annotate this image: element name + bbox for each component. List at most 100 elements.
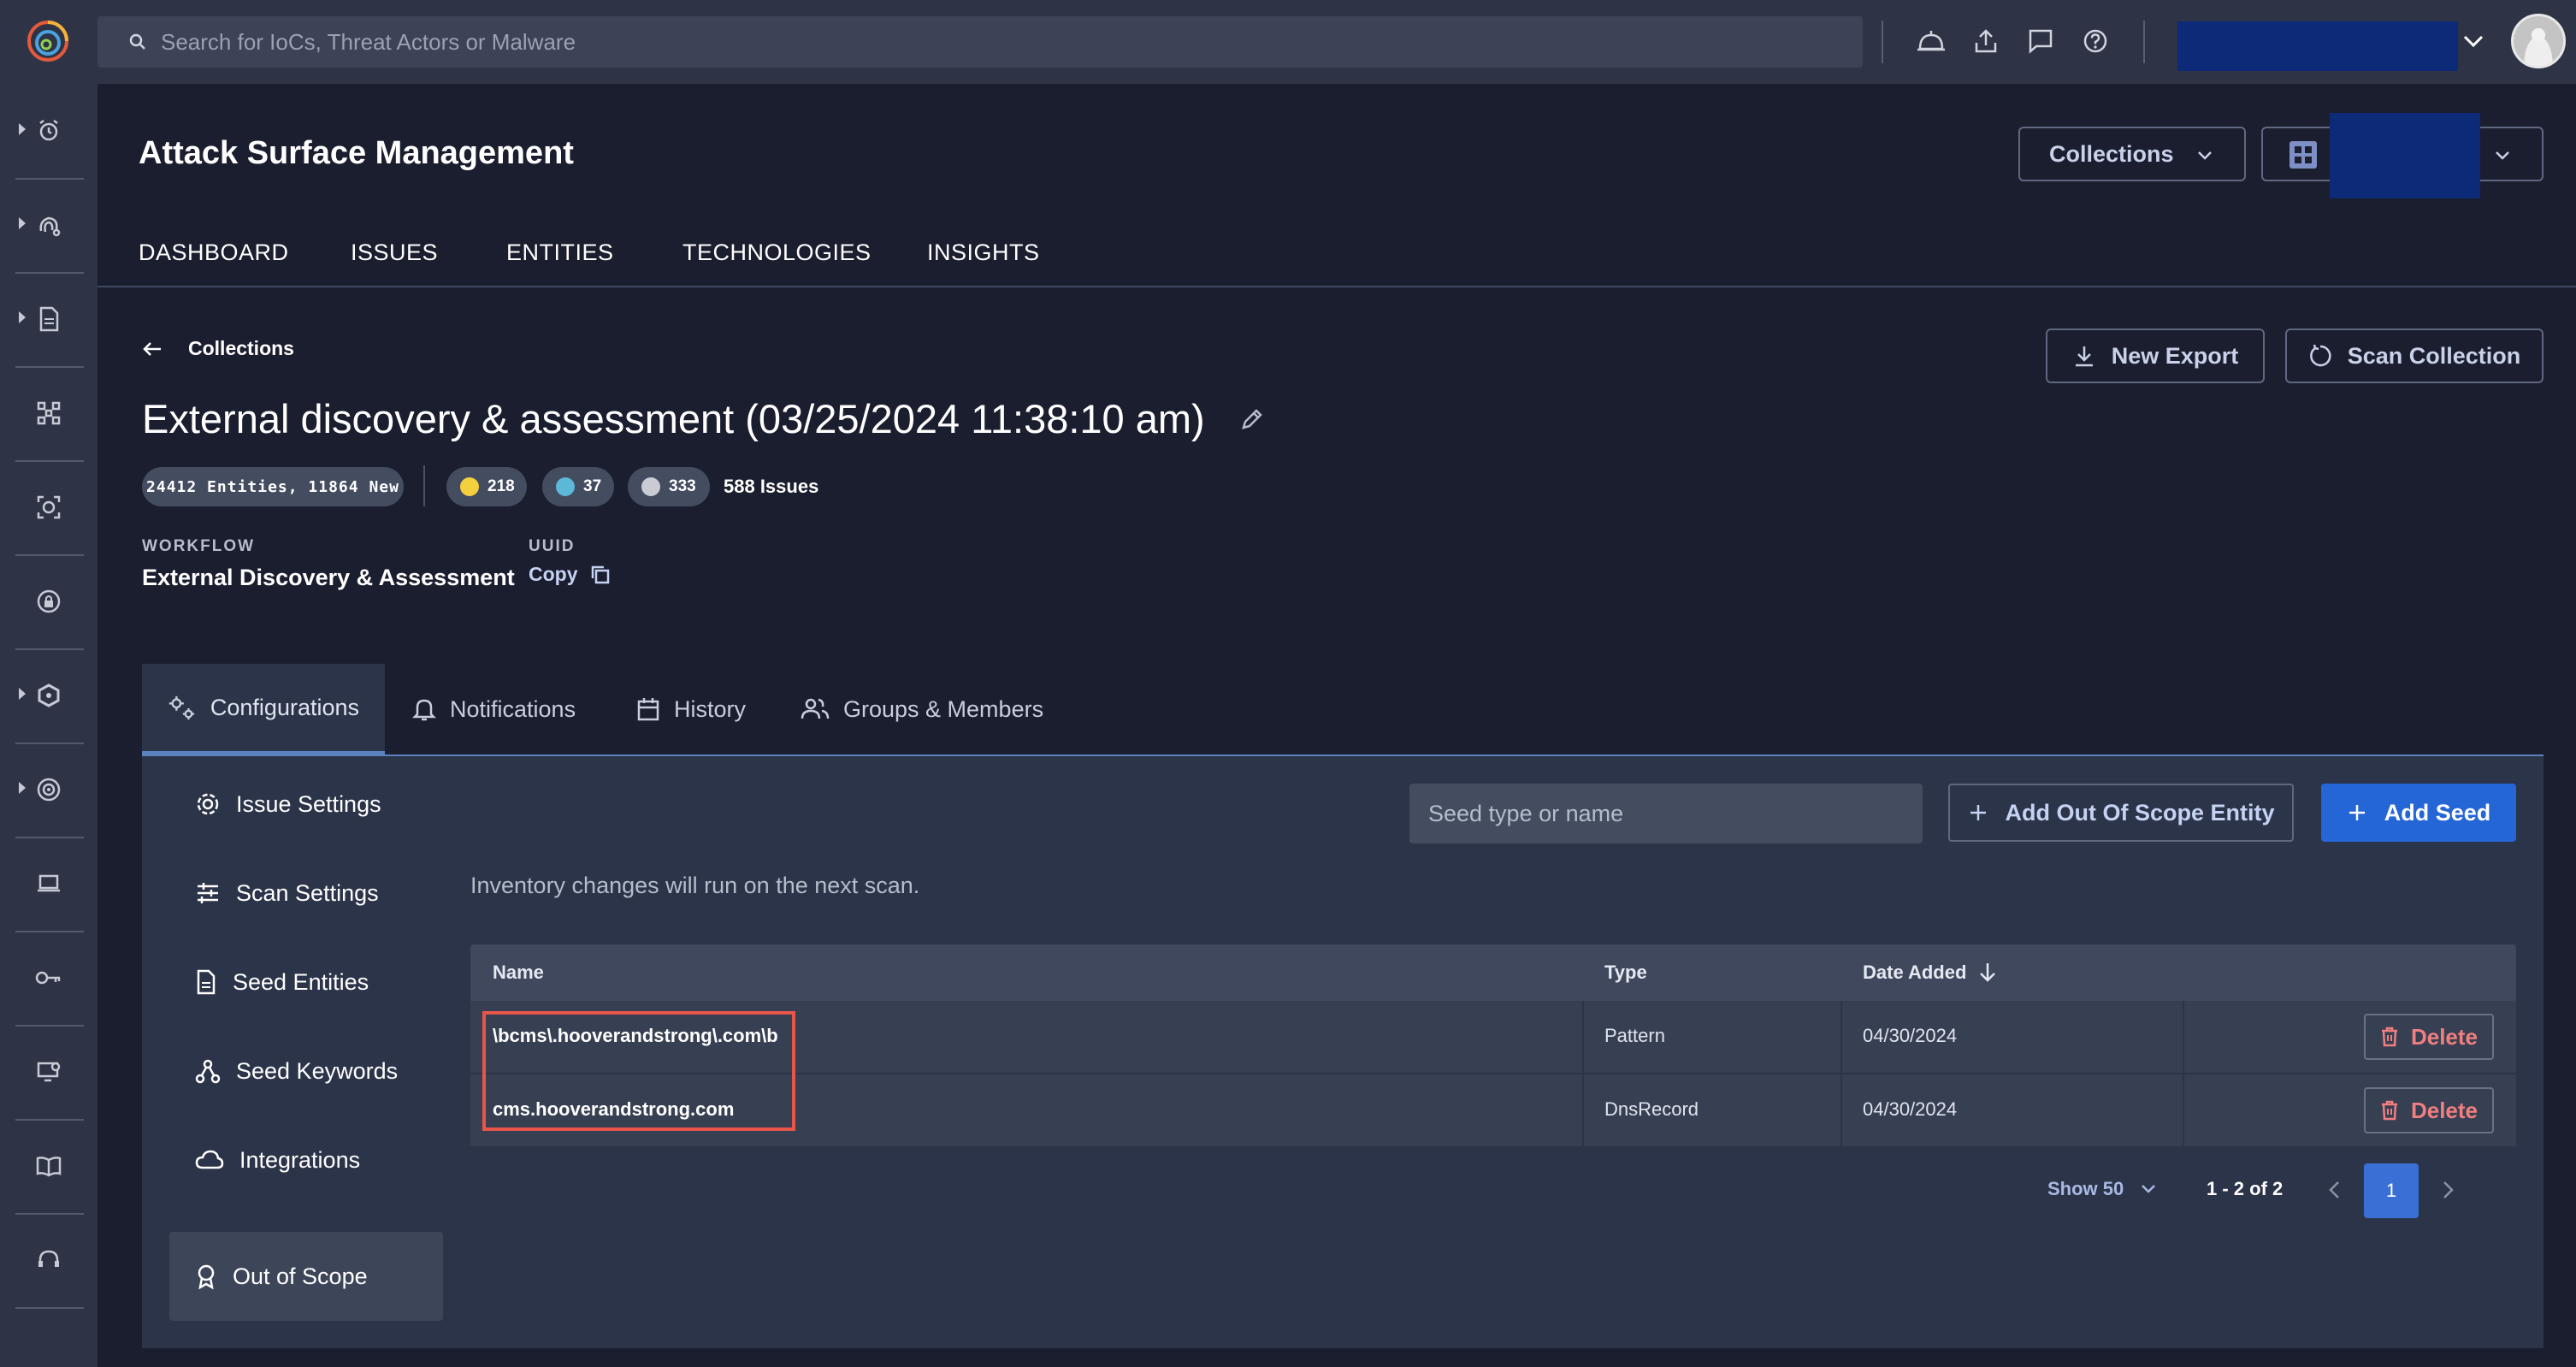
add-out-of-scope-entity-button[interactable]: Add Out Of Scope Entity	[1948, 784, 2294, 842]
badge-divider	[423, 465, 425, 506]
upload-icon[interactable]	[1969, 24, 2003, 58]
settings-nav-label: Seed Entities	[233, 968, 369, 995]
plus-icon	[1970, 805, 1986, 820]
laptop-icon	[38, 874, 60, 892]
help-icon[interactable]	[2078, 24, 2112, 58]
settings-nav-seed-keywords[interactable]: Seed Keywords	[169, 1027, 443, 1115]
collections-dropdown[interactable]: Collections	[2018, 127, 2246, 181]
sidebar-item-graph[interactable]	[0, 366, 97, 460]
sidebar-item-security[interactable]	[0, 554, 97, 648]
sidebar-item-support[interactable]	[0, 1213, 97, 1307]
tab-groups-members[interactable]: Groups & Members	[801, 664, 1043, 755]
top-bar	[0, 0, 2576, 84]
sidebar-item-threat-intel[interactable]	[0, 178, 97, 272]
chevron-down-icon[interactable]	[2460, 27, 2487, 55]
trash-icon	[2381, 1100, 2397, 1121]
add-seed-button[interactable]: Add Seed	[2321, 784, 2516, 842]
back-to-collections-link[interactable]: Collections	[142, 337, 294, 360]
column-name[interactable]: Name	[493, 962, 544, 984]
chevron-right-icon[interactable]	[2437, 1179, 2458, 1201]
severity-badge-medium[interactable]: 37	[542, 467, 614, 506]
delete-label: Delete	[2410, 1097, 2479, 1123]
tab-history-label: History	[674, 695, 747, 722]
severity-badge-low[interactable]: 333	[628, 467, 710, 506]
copy-icon	[591, 565, 609, 583]
gears-icon	[168, 695, 195, 720]
severity-low-count: 333	[669, 477, 696, 495]
column-divider	[1582, 1001, 1584, 1074]
page-title: Attack Surface Management	[139, 135, 574, 171]
global-search[interactable]	[97, 16, 1863, 68]
settings-nav-scan-settings[interactable]: Scan Settings	[169, 849, 443, 938]
trash-icon	[2381, 1027, 2397, 1047]
tab-technologies[interactable]: TECHNOLOGIES	[682, 240, 871, 266]
sidebar-item-monitor[interactable]	[0, 1025, 97, 1119]
document-icon	[39, 306, 59, 332]
radar-icon	[37, 778, 61, 802]
sidebar-item-radar[interactable]	[0, 743, 97, 837]
gear-icon	[197, 793, 219, 815]
table-header: Name Type Date Added	[470, 944, 2516, 1001]
delete-button[interactable]: Delete	[2364, 1014, 2494, 1060]
page-range: 1 - 2 of 2	[2207, 1178, 2284, 1199]
delete-button[interactable]: Delete	[2364, 1087, 2494, 1133]
settings-nav-out-of-scope[interactable]: Out of Scope	[169, 1232, 443, 1321]
chat-icon[interactable]	[2024, 24, 2058, 58]
sidebar-item-attack-surface[interactable]	[0, 460, 97, 554]
row-type: Pattern	[1604, 1025, 1665, 1046]
sidebar-item-malware[interactable]	[0, 648, 97, 743]
severity-high-count: 218	[487, 477, 515, 495]
fingerprint-icon	[39, 216, 61, 237]
share-nodes-icon	[195, 1059, 221, 1084]
caret-right-icon	[19, 688, 26, 700]
tab-configurations[interactable]: Configurations	[142, 664, 385, 755]
tab-notifications-label: Notifications	[450, 695, 576, 722]
copy-uuid-button[interactable]: Copy	[529, 563, 611, 586]
seed-search-input[interactable]	[1409, 784, 1923, 843]
search-input[interactable]	[161, 16, 1786, 68]
entities-badge: 24412 Entities, 11864 New	[142, 467, 404, 506]
sidebar-item-devices[interactable]	[0, 837, 97, 931]
award-icon	[198, 1264, 215, 1289]
settings-nav-seed-entities[interactable]: Seed Entities	[169, 938, 443, 1027]
network-graph-icon	[37, 401, 61, 425]
column-divider	[1582, 1074, 1584, 1148]
tenant-selector[interactable]	[2177, 21, 2458, 71]
app-logo-icon[interactable]	[26, 19, 70, 63]
download-icon	[2075, 346, 2093, 367]
issues-count: 588 Issues	[724, 476, 819, 497]
tab-dashboard[interactable]: DASHBOARD	[139, 240, 289, 266]
tab-insights[interactable]: INSIGHTS	[927, 240, 1040, 266]
scan-target-icon	[37, 495, 61, 519]
alerts-bell-icon[interactable]	[1914, 24, 1948, 58]
sidebar-item-docs[interactable]	[0, 1119, 97, 1213]
workflow-label: WORKFLOW	[142, 537, 256, 555]
sidebar-item-keys[interactable]	[0, 931, 97, 1025]
page-size-selector[interactable]: Show 50	[2047, 1162, 2158, 1216]
uuid-label: UUID	[529, 537, 576, 555]
refresh-icon	[2309, 344, 2331, 367]
sidebar-item-reports[interactable]	[0, 272, 97, 366]
settings-nav-label: Integrations	[239, 1146, 361, 1173]
settings-nav-label: Out of Scope	[233, 1263, 368, 1289]
scan-collection-button[interactable]: Scan Collection	[2285, 328, 2544, 383]
tab-history[interactable]: History	[636, 664, 746, 755]
tab-issues[interactable]: ISSUES	[351, 240, 438, 266]
edit-pencil-icon[interactable]	[1239, 406, 1265, 432]
sliders-icon	[198, 883, 218, 903]
settings-nav-integrations[interactable]: Integrations	[169, 1115, 443, 1204]
chevron-left-icon[interactable]	[2325, 1179, 2345, 1201]
tab-entities[interactable]: ENTITIES	[506, 240, 614, 266]
severity-badge-high[interactable]: 218	[446, 467, 527, 506]
sidebar-item-alerts[interactable]	[0, 84, 97, 178]
new-export-button[interactable]: New Export	[2046, 328, 2265, 383]
book-icon	[36, 1157, 62, 1177]
document-icon	[197, 969, 216, 995]
tab-notifications[interactable]: Notifications	[412, 664, 576, 755]
search-icon	[129, 33, 145, 50]
user-avatar[interactable]	[2511, 14, 2566, 68]
column-type[interactable]: Type	[1604, 962, 1647, 984]
column-date-added[interactable]: Date Added	[1863, 962, 1997, 984]
page-number-current[interactable]: 1	[2364, 1163, 2419, 1218]
settings-nav-issue-settings[interactable]: Issue Settings	[169, 760, 443, 849]
